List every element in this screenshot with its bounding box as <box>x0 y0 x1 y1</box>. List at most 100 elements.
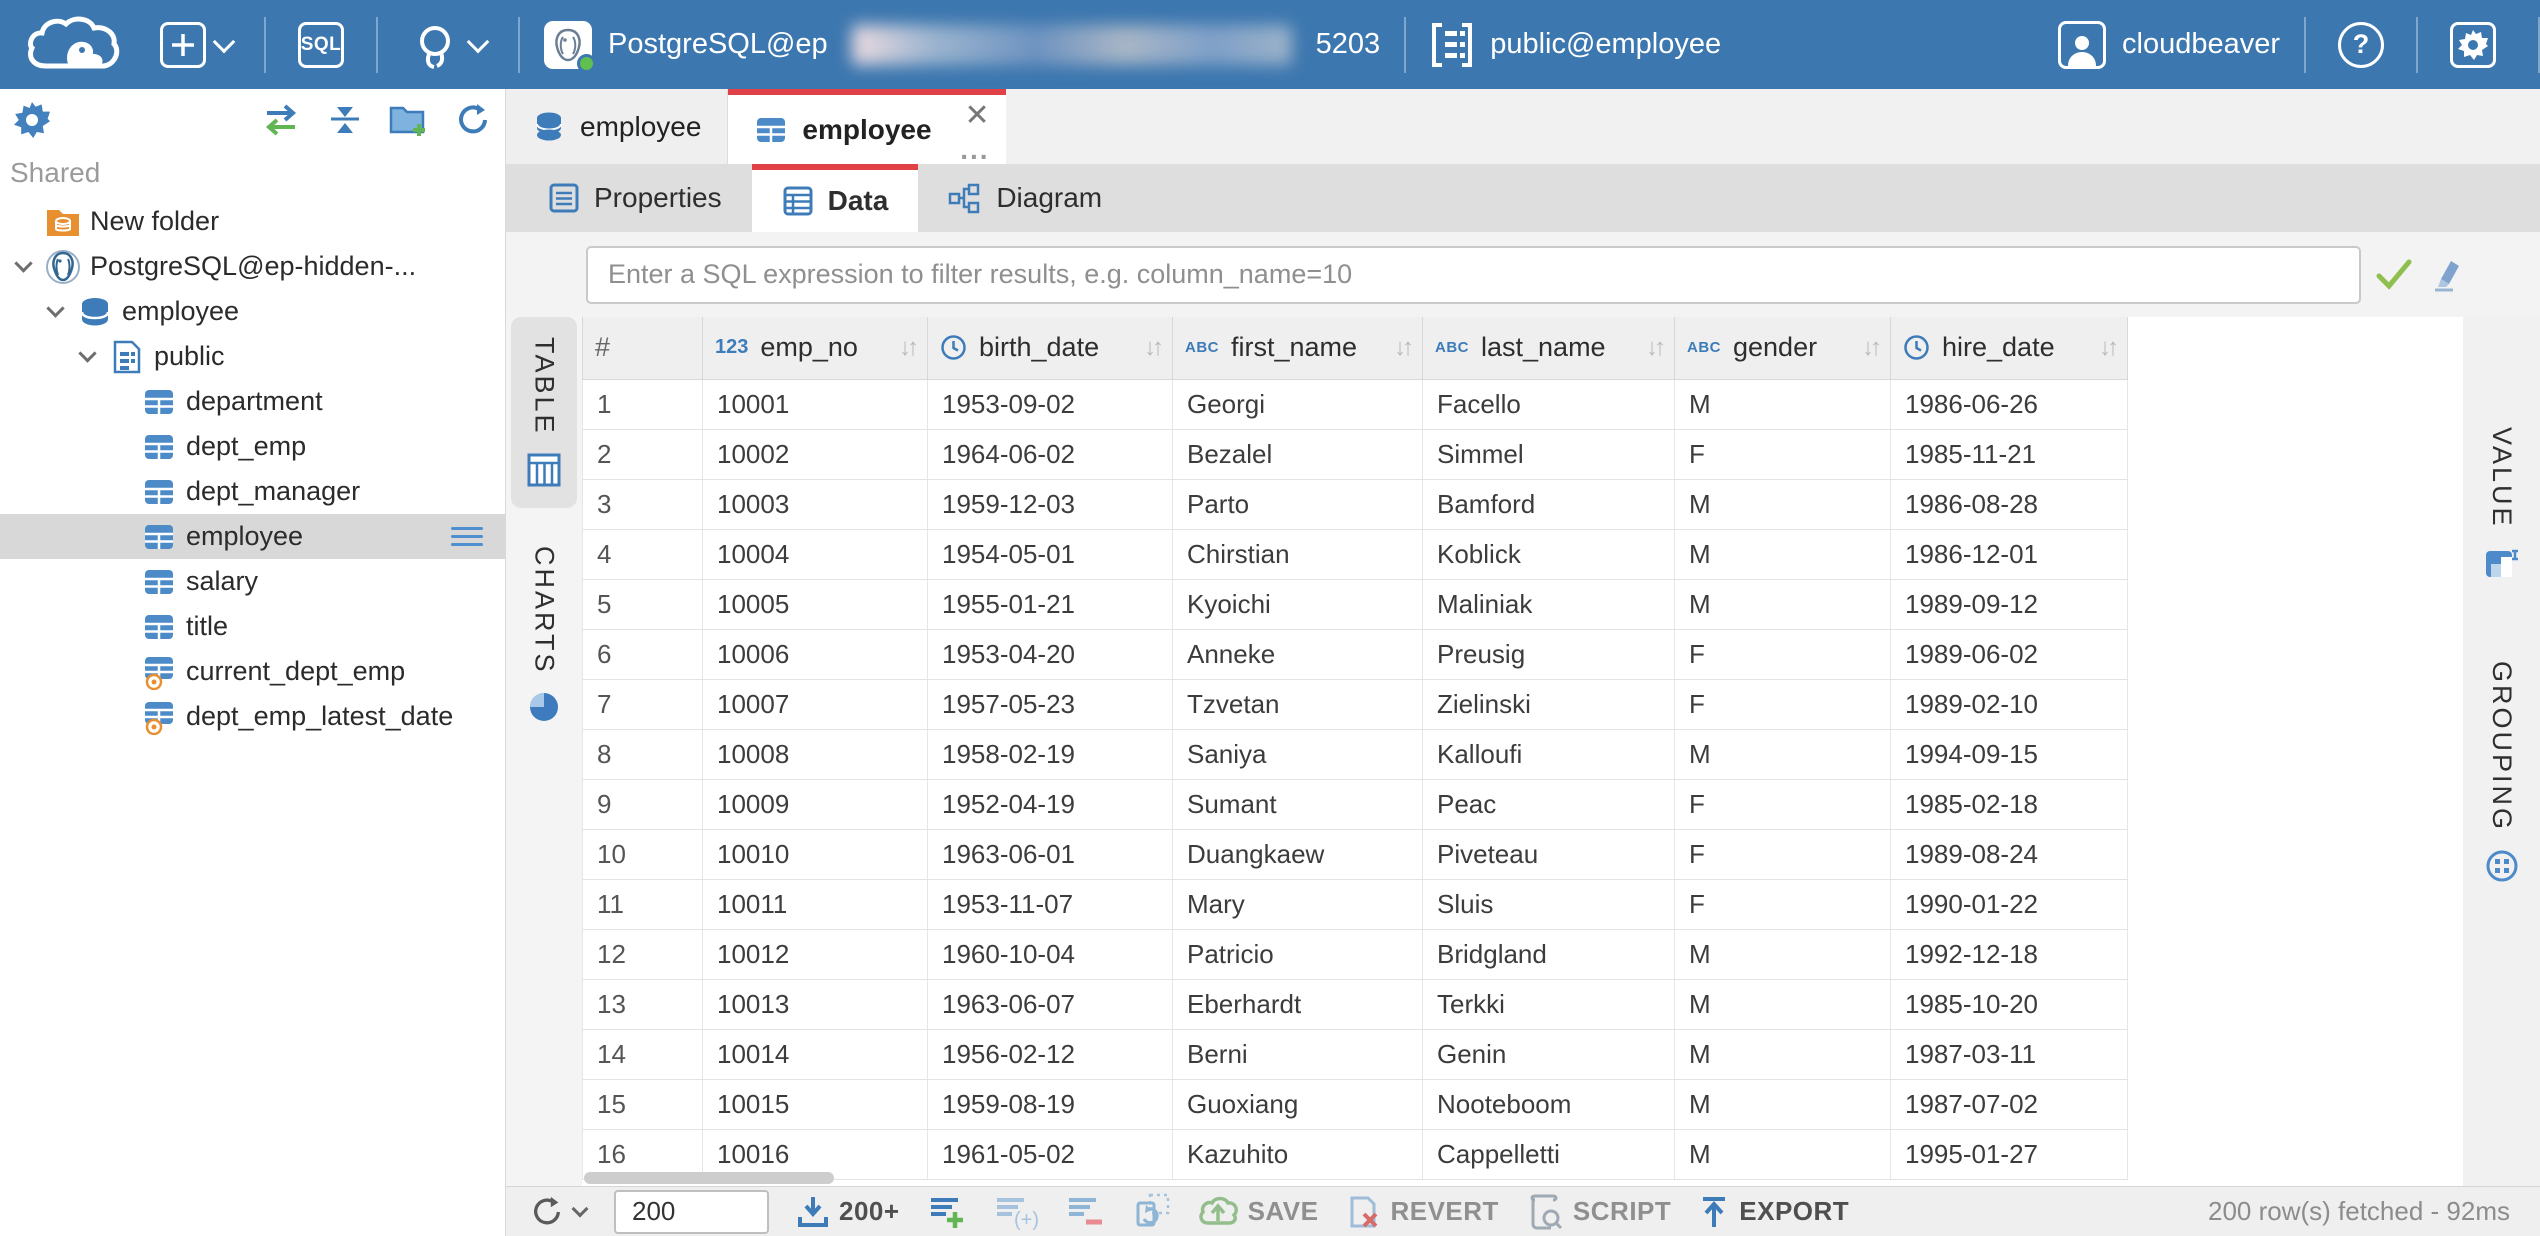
grid-cell[interactable]: Piveteau <box>1423 829 1675 879</box>
grid-cell[interactable]: 1985-02-18 <box>1891 779 2128 829</box>
column-header-gender[interactable]: ABCgender↓↑ <box>1675 317 1891 379</box>
grid-cell[interactable]: 1989-08-24 <box>1891 829 2128 879</box>
new-connection-button[interactable] <box>146 22 246 68</box>
close-icon[interactable]: ✕ <box>964 101 989 131</box>
tree-item[interactable]: employee <box>0 514 505 559</box>
sql-filter-input[interactable] <box>586 246 2361 304</box>
grid-cell[interactable]: 1963-06-01 <box>928 829 1173 879</box>
grid-cell[interactable]: Koblick <box>1423 529 1675 579</box>
help-button[interactable]: ? <box>2324 22 2398 68</box>
row-number-cell[interactable]: 7 <box>583 679 703 729</box>
grid-cell[interactable]: Genin <box>1423 1029 1675 1079</box>
grid-cell[interactable]: 1990-01-22 <box>1891 879 2128 929</box>
grid-cell[interactable]: 1989-09-12 <box>1891 579 2128 629</box>
tree-item[interactable]: public <box>0 334 505 379</box>
chevron-down-icon[interactable] <box>42 308 68 315</box>
grid-cell[interactable]: 1952-04-19 <box>928 779 1173 829</box>
grid-cell[interactable]: Sluis <box>1423 879 1675 929</box>
grid-cell[interactable]: Berni <box>1173 1029 1423 1079</box>
grid-cell[interactable]: M <box>1675 1129 1891 1179</box>
grid-cell[interactable]: M <box>1675 1079 1891 1129</box>
grid-cell[interactable]: 1987-07-02 <box>1891 1079 2128 1129</box>
refresh-icon[interactable] <box>455 102 491 138</box>
fetch-more-button[interactable]: 200+ <box>797 1195 900 1229</box>
grid-cell[interactable]: Patricio <box>1173 929 1423 979</box>
new-folder-icon[interactable] <box>389 102 429 138</box>
grid-cell[interactable]: 10013 <box>703 979 928 1029</box>
grid-cell[interactable]: 1995-01-27 <box>1891 1129 2128 1179</box>
grid-cell[interactable]: Duangkaew <box>1173 829 1423 879</box>
tab-employee-table[interactable]: employee ✕ ... <box>728 89 1005 164</box>
sql-editor-button[interactable]: SQL <box>284 22 358 68</box>
grid-cell[interactable]: 10012 <box>703 929 928 979</box>
grid-cell[interactable]: M <box>1675 579 1891 629</box>
grid-cell[interactable]: Tzvetan <box>1173 679 1423 729</box>
row-number-cell[interactable]: 6 <box>583 629 703 679</box>
grid-cell[interactable]: Sumant <box>1173 779 1423 829</box>
grid-cell[interactable]: 1986-06-26 <box>1891 379 2128 429</box>
grid-cell[interactable]: 10004 <box>703 529 928 579</box>
grid-cell[interactable]: 10008 <box>703 729 928 779</box>
grid-cell[interactable]: 1985-11-21 <box>1891 429 2128 479</box>
grid-cell[interactable]: F <box>1675 829 1891 879</box>
grid-cell[interactable]: 1960-10-04 <box>928 929 1173 979</box>
presentation-tab-charts[interactable]: CHARTS <box>511 526 577 745</box>
row-number-cell[interactable]: 11 <box>583 879 703 929</box>
grid-cell[interactable]: Kazuhito <box>1173 1129 1423 1179</box>
grid-cell[interactable]: 10010 <box>703 829 928 879</box>
row-number-cell[interactable]: 2 <box>583 429 703 479</box>
grid-cell[interactable]: Simmel <box>1423 429 1675 479</box>
row-number-cell[interactable]: 14 <box>583 1029 703 1079</box>
grid-cell[interactable]: Kyoichi <box>1173 579 1423 629</box>
grid-cell[interactable]: M <box>1675 929 1891 979</box>
grid-cell[interactable]: Bridgland <box>1423 929 1675 979</box>
grid-cell[interactable]: 10014 <box>703 1029 928 1079</box>
grid-cell[interactable]: 1953-11-07 <box>928 879 1173 929</box>
grid-cell[interactable]: M <box>1675 1029 1891 1079</box>
tree-item[interactable]: PostgreSQL@ep-hidden-... <box>0 244 505 289</box>
grid-cell[interactable]: 1986-08-28 <box>1891 479 2128 529</box>
grid-cell[interactable]: Peac <box>1423 779 1675 829</box>
grid-cell[interactable]: Mary <box>1173 879 1423 929</box>
tree-item[interactable]: dept_manager <box>0 469 505 514</box>
grid-cell[interactable]: M <box>1675 529 1891 579</box>
chevron-down-icon[interactable] <box>10 263 36 270</box>
tree-item[interactable]: dept_emp_latest_date <box>0 694 505 739</box>
grid-cell[interactable]: 10003 <box>703 479 928 529</box>
grid-cell[interactable]: 1958-02-19 <box>928 729 1173 779</box>
row-number-cell[interactable]: 8 <box>583 729 703 779</box>
grid-cell[interactable]: Maliniak <box>1423 579 1675 629</box>
script-button[interactable]: SCRIPT <box>1527 1194 1671 1230</box>
tree-item[interactable]: title <box>0 604 505 649</box>
row-number-cell[interactable]: 4 <box>583 529 703 579</box>
apply-changes-icon[interactable] <box>1132 1193 1170 1231</box>
chevron-down-icon[interactable] <box>74 353 100 360</box>
refresh-results-button[interactable] <box>530 1195 586 1229</box>
grid-cell[interactable]: 1987-03-11 <box>1891 1029 2128 1079</box>
grid-cell[interactable]: F <box>1675 429 1891 479</box>
grid-cell[interactable]: 1957-05-23 <box>928 679 1173 729</box>
grid-cell[interactable]: Bezalel <box>1173 429 1423 479</box>
grid-cell[interactable]: Terkki <box>1423 979 1675 1029</box>
grid-cell[interactable]: 1956-02-12 <box>928 1029 1173 1079</box>
grid-cell[interactable]: 1953-04-20 <box>928 629 1173 679</box>
tab-menu-icon[interactable]: ... <box>960 136 989 164</box>
grid-cell[interactable]: 10009 <box>703 779 928 829</box>
row-number-cell[interactable]: 13 <box>583 979 703 1029</box>
schema-selector[interactable]: public@employee <box>1424 21 1727 69</box>
tree-item[interactable]: current_dept_emp <box>0 649 505 694</box>
delete-row-icon[interactable] <box>1066 1194 1104 1230</box>
grid-cell[interactable]: Zielinski <box>1423 679 1675 729</box>
tree-item[interactable]: department <box>0 379 505 424</box>
panel-tab-grouping[interactable]: GROUPING <box>2469 641 2535 904</box>
grid-cell[interactable]: F <box>1675 629 1891 679</box>
tab-data[interactable]: Data <box>752 164 919 232</box>
duplicate-row-icon[interactable]: (+) <box>994 1194 1038 1230</box>
export-button[interactable]: EXPORT <box>1699 1195 1849 1229</box>
grid-cell[interactable]: 1994-09-15 <box>1891 729 2128 779</box>
tree-item[interactable]: salary <box>0 559 505 604</box>
column-header-first_name[interactable]: ABCfirst_name↓↑ <box>1173 317 1423 379</box>
sync-connection-icon[interactable] <box>261 103 301 137</box>
column-header-last_name[interactable]: ABClast_name↓↑ <box>1423 317 1675 379</box>
row-number-cell[interactable]: 10 <box>583 829 703 879</box>
